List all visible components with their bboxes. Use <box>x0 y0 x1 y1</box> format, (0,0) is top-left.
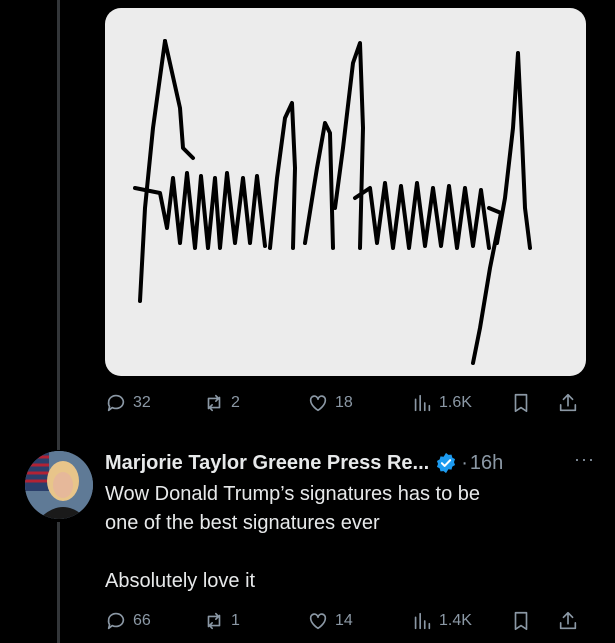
reply-button[interactable]: 66 <box>105 606 151 636</box>
reply-count: 66 <box>133 612 151 629</box>
bookmark-button[interactable] <box>510 388 532 418</box>
views-icon <box>414 612 431 630</box>
repost-icon <box>207 394 221 412</box>
post2-action-bar: 66 1 14 1.4K <box>105 606 585 636</box>
repost-count: 2 <box>231 394 240 411</box>
like-button[interactable]: 14 <box>307 606 353 636</box>
post1-action-bar: 32 2 18 1.6K <box>105 388 585 418</box>
share-icon <box>559 393 577 412</box>
post2-header: Marjorie Taylor Greene Press Re... · 16h… <box>105 449 605 477</box>
more-icon[interactable]: ··· <box>574 449 595 470</box>
reply-icon <box>107 612 125 630</box>
bookmark-button[interactable] <box>510 606 532 636</box>
view-count: 1.6K <box>439 394 472 411</box>
share-button[interactable] <box>557 388 579 418</box>
like-icon <box>309 395 327 412</box>
share-icon <box>559 611 577 630</box>
avatar[interactable] <box>25 451 93 519</box>
like-count: 14 <box>335 612 353 629</box>
views-button[interactable]: 1.4K <box>411 606 472 636</box>
reply-count: 32 <box>133 394 151 411</box>
repost-count: 1 <box>231 612 240 629</box>
verified-badge-icon <box>437 452 456 474</box>
thread-line <box>57 0 60 450</box>
reply-button[interactable]: 32 <box>105 388 151 418</box>
post-media-signature[interactable] <box>105 8 586 376</box>
separator: · <box>461 451 468 474</box>
share-button[interactable] <box>557 606 579 636</box>
bookmark-icon <box>514 393 528 413</box>
post-text: Wow Donald Trump’s signatures has to be … <box>105 483 481 592</box>
views-button[interactable]: 1.6K <box>411 388 472 418</box>
avatar-image <box>25 451 93 519</box>
like-count: 18 <box>335 394 353 411</box>
author-name[interactable]: Marjorie Taylor Greene Press Re... <box>105 452 429 475</box>
view-count: 1.4K <box>439 612 472 629</box>
repost-button[interactable]: 1 <box>203 606 240 636</box>
views-icon <box>414 394 431 412</box>
timestamp[interactable]: 16h <box>470 452 503 475</box>
thread-line <box>57 522 60 643</box>
repost-icon <box>207 612 221 630</box>
bookmark-icon <box>514 611 528 631</box>
like-button[interactable]: 18 <box>307 388 353 418</box>
reply-icon <box>107 394 125 412</box>
like-icon <box>309 613 327 630</box>
repost-button[interactable]: 2 <box>203 388 240 418</box>
signature-drawing <box>133 39 532 365</box>
